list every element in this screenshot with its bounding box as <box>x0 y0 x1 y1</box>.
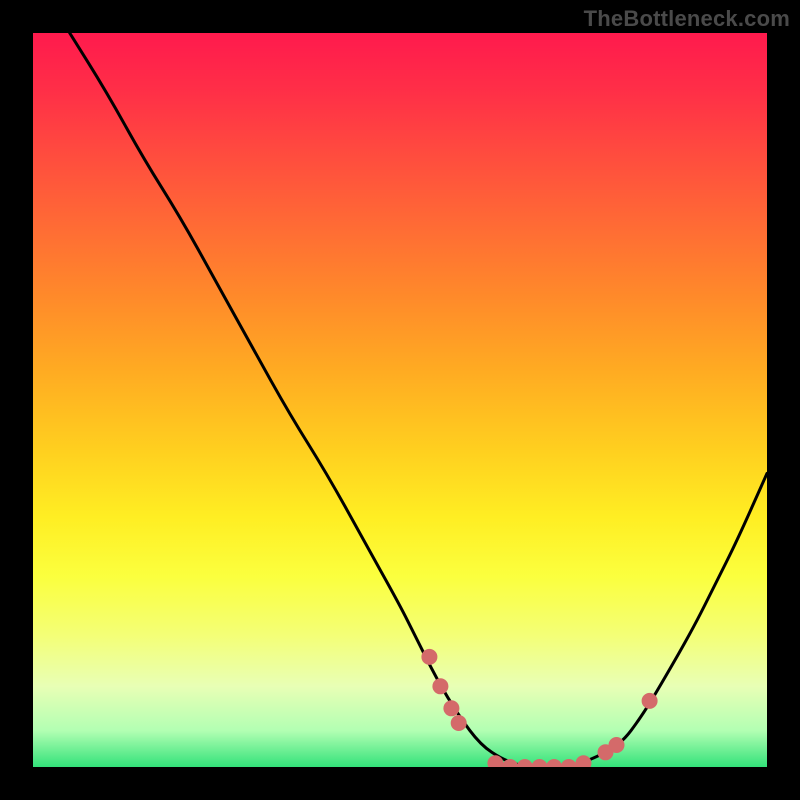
scatter-point <box>421 649 437 665</box>
scatter-point <box>642 693 658 709</box>
scatter-markers <box>421 649 657 767</box>
scatter-point <box>443 700 459 716</box>
scatter-point <box>609 737 625 753</box>
scatter-point <box>532 759 548 767</box>
plot-svg <box>33 33 767 767</box>
scatter-point <box>451 715 467 731</box>
scatter-point <box>546 759 562 767</box>
bottleneck-curve <box>70 33 767 767</box>
plot-area <box>33 33 767 767</box>
scatter-point <box>432 678 448 694</box>
chart-frame: TheBottleneck.com <box>0 0 800 800</box>
watermark-text: TheBottleneck.com <box>584 6 790 32</box>
scatter-point <box>517 759 533 767</box>
scatter-point <box>576 755 592 767</box>
scatter-point <box>561 759 577 767</box>
